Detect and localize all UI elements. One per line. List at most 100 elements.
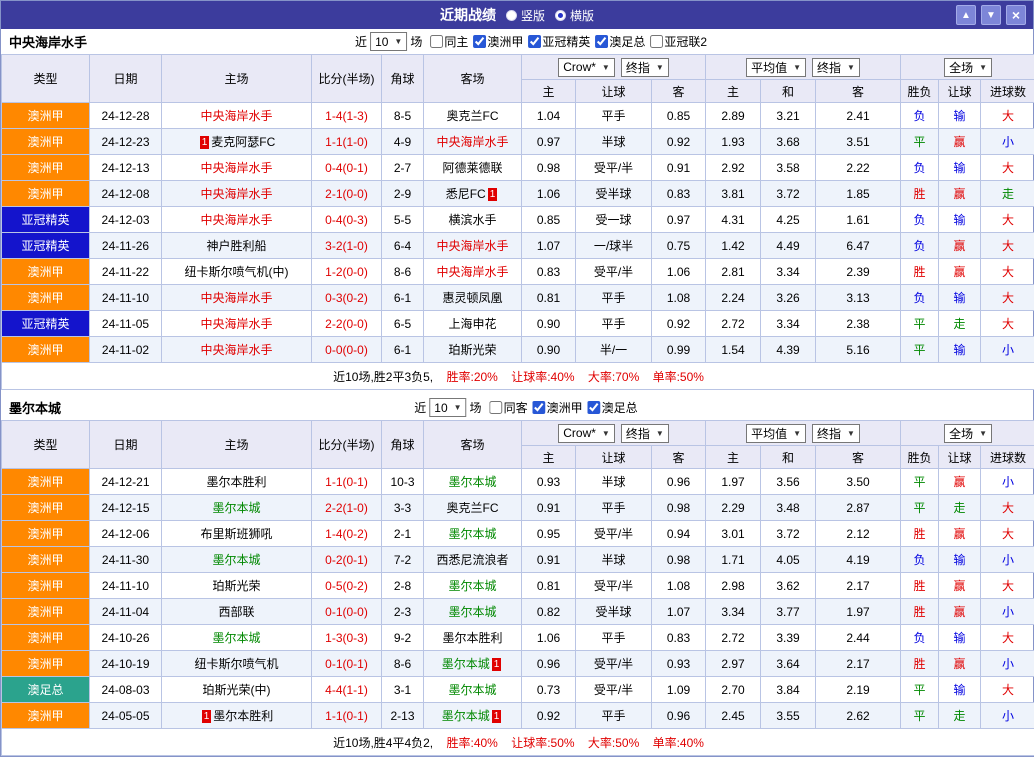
league-badge: 澳洲甲 bbox=[2, 651, 90, 677]
result-winloss: 负 bbox=[901, 285, 939, 311]
summary-cell: 近10场,胜4平4负2, 胜率:40% 让球率:50% 大率:50% 单率:40… bbox=[2, 729, 1034, 756]
odds-company-select[interactable]: Crow* ▼ bbox=[558, 424, 615, 443]
match-score: 0-2(0-1) bbox=[312, 547, 382, 573]
result-handicap: 输 bbox=[939, 155, 981, 181]
home-team: 1墨尔本胜利 bbox=[162, 703, 312, 729]
team-label: 布里斯班狮吼 bbox=[200, 527, 272, 541]
filter-checkbox[interactable]: 澳洲甲 bbox=[468, 33, 523, 50]
home-team: 墨尔本城 bbox=[162, 547, 312, 573]
corner-score: 2-3 bbox=[382, 599, 424, 625]
fulltime-select[interactable]: 全场▼ bbox=[944, 424, 992, 443]
home-team: 西部联 bbox=[162, 599, 312, 625]
filter-checkbox[interactable]: 澳洲甲 bbox=[528, 399, 583, 416]
match-score: 0-5(0-2) bbox=[312, 573, 382, 599]
checkbox-input[interactable] bbox=[430, 35, 443, 48]
odds-away: 1.07 bbox=[652, 599, 706, 625]
checkbox-input[interactable] bbox=[528, 35, 541, 48]
avg-home: 3.81 bbox=[706, 181, 761, 207]
summary-win-rate: 胜率:20% bbox=[446, 370, 497, 384]
layout-radio-horizontal[interactable]: 横版 bbox=[555, 7, 594, 24]
filter-checkbox[interactable]: 亚冠联2 bbox=[645, 33, 707, 50]
match-score: 1-4(0-2) bbox=[312, 521, 382, 547]
avg-stage-select[interactable]: 终指 ▼ bbox=[812, 424, 860, 443]
select-value: Crow* bbox=[563, 426, 596, 440]
filter-checkbox[interactable]: 同客 bbox=[485, 399, 528, 416]
red-card-badge: 1 bbox=[202, 710, 212, 723]
filter-checkbox[interactable]: 亚冠精英 bbox=[523, 33, 590, 50]
result-handicap: 赢 bbox=[939, 469, 981, 495]
match-row: 澳洲甲24-05-051墨尔本胜利1-1(0-1)2-13墨尔本城10.92平手… bbox=[2, 703, 1034, 729]
scroll-up-button[interactable]: ▲ bbox=[956, 5, 976, 25]
filter-checkbox[interactable]: 澳足总 bbox=[583, 399, 638, 416]
down-arrow-icon: ▼ bbox=[986, 10, 996, 21]
match-count-select[interactable]: 10 ▼ bbox=[429, 398, 466, 417]
checkbox-input[interactable] bbox=[533, 401, 546, 414]
avg-home: 2.92 bbox=[706, 155, 761, 181]
checkbox-input[interactable] bbox=[650, 35, 663, 48]
col-header-date: 日期 bbox=[90, 421, 162, 469]
match-row: 澳足总24-08-03珀斯光荣(中)4-4(1-1)3-1墨尔本城0.73受平/… bbox=[2, 677, 1034, 703]
fulltime-select[interactable]: 全场▼ bbox=[944, 58, 992, 77]
odds-away: 1.09 bbox=[652, 677, 706, 703]
team-section-1: 中央海岸水手 近 10 ▼ 场 同主澳洲甲亚冠精英澳足总亚冠联2 类型 bbox=[1, 29, 1033, 390]
scroll-down-button[interactable]: ▼ bbox=[981, 5, 1001, 25]
odds-group-header: Crow*▼ 终指▼ bbox=[522, 55, 706, 80]
red-card-badge: 1 bbox=[200, 136, 210, 149]
result-winloss: 胜 bbox=[901, 521, 939, 547]
avg-home: 2.89 bbox=[706, 103, 761, 129]
filter-checkbox[interactable]: 澳足总 bbox=[590, 33, 645, 50]
result-handicap: 输 bbox=[939, 285, 981, 311]
away-team: 奥克兰FC bbox=[424, 495, 522, 521]
odds-stage-select[interactable]: 终指▼ bbox=[621, 58, 669, 77]
team-label: 墨尔本城 bbox=[448, 683, 496, 697]
filter-checkbox[interactable]: 同主 bbox=[425, 33, 468, 50]
avg-stage-select[interactable]: 终指▼ bbox=[812, 58, 860, 77]
result-handicap: 输 bbox=[939, 625, 981, 651]
filter-bar: 近 10 ▼ 场 同客澳洲甲澳足总 bbox=[414, 398, 637, 417]
odds-away: 0.96 bbox=[652, 703, 706, 729]
match-row: 澳洲甲24-11-10中央海岸水手0-3(0-2)6-1惠灵顿凤凰0.81平手1… bbox=[2, 285, 1034, 311]
away-team: 西悉尼流浪者 bbox=[424, 547, 522, 573]
handicap-line: 平手 bbox=[576, 495, 652, 521]
result-winloss: 胜 bbox=[901, 573, 939, 599]
odds-company-select[interactable]: Crow*▼ bbox=[558, 58, 615, 77]
chevron-down-icon: ▼ bbox=[602, 63, 610, 72]
checkbox-input[interactable] bbox=[473, 35, 486, 48]
recent-results-panel: 近期战绩 竖版 横版 ▲ ▼ × 中央海岸水手 近 10 ▼ bbox=[0, 0, 1034, 757]
odds-stage-select[interactable]: 终指▼ bbox=[621, 424, 669, 443]
col-header-corner: 角球 bbox=[382, 421, 424, 469]
avg-group-header: 平均值▼ 终指▼ bbox=[706, 55, 901, 80]
chevron-down-icon: ▼ bbox=[602, 429, 610, 438]
result-winloss: 平 bbox=[901, 469, 939, 495]
avg-select[interactable]: 平均值▼ bbox=[746, 424, 806, 443]
layout-radio-vertical[interactable]: 竖版 bbox=[506, 7, 545, 24]
result-goals: 大 bbox=[981, 573, 1034, 599]
checkbox-input[interactable] bbox=[595, 35, 608, 48]
away-team: 墨尔本胜利 bbox=[424, 625, 522, 651]
odds-away: 0.92 bbox=[652, 129, 706, 155]
checkbox-input[interactable] bbox=[490, 401, 503, 414]
chevron-down-icon: ▼ bbox=[847, 429, 855, 438]
select-value: 终指 bbox=[817, 425, 841, 442]
avg-home: 2.97 bbox=[706, 651, 761, 677]
col-header-result-handicap: 让球 bbox=[939, 446, 981, 469]
avg-home: 1.97 bbox=[706, 469, 761, 495]
away-team: 墨尔本城 bbox=[424, 469, 522, 495]
result-handicap: 赢 bbox=[939, 521, 981, 547]
result-group-header: 全场▼ bbox=[901, 421, 1034, 446]
close-button[interactable]: × bbox=[1006, 5, 1026, 25]
away-team: 墨尔本城 bbox=[424, 521, 522, 547]
team-name: 墨尔本城 bbox=[1, 398, 61, 417]
avg-draw: 3.55 bbox=[761, 703, 816, 729]
match-date: 24-05-05 bbox=[90, 703, 162, 729]
checkbox-input[interactable] bbox=[588, 401, 601, 414]
home-team: 墨尔本胜利 bbox=[162, 469, 312, 495]
red-card-badge: 1 bbox=[492, 658, 502, 671]
odds-home: 1.07 bbox=[522, 233, 576, 259]
chevron-down-icon: ▼ bbox=[656, 63, 664, 72]
odds-away: 0.91 bbox=[652, 155, 706, 181]
result-goals: 小 bbox=[981, 469, 1034, 495]
result-handicap: 走 bbox=[939, 703, 981, 729]
avg-select[interactable]: 平均值▼ bbox=[746, 58, 806, 77]
match-count-select[interactable]: 10 ▼ bbox=[370, 32, 407, 51]
